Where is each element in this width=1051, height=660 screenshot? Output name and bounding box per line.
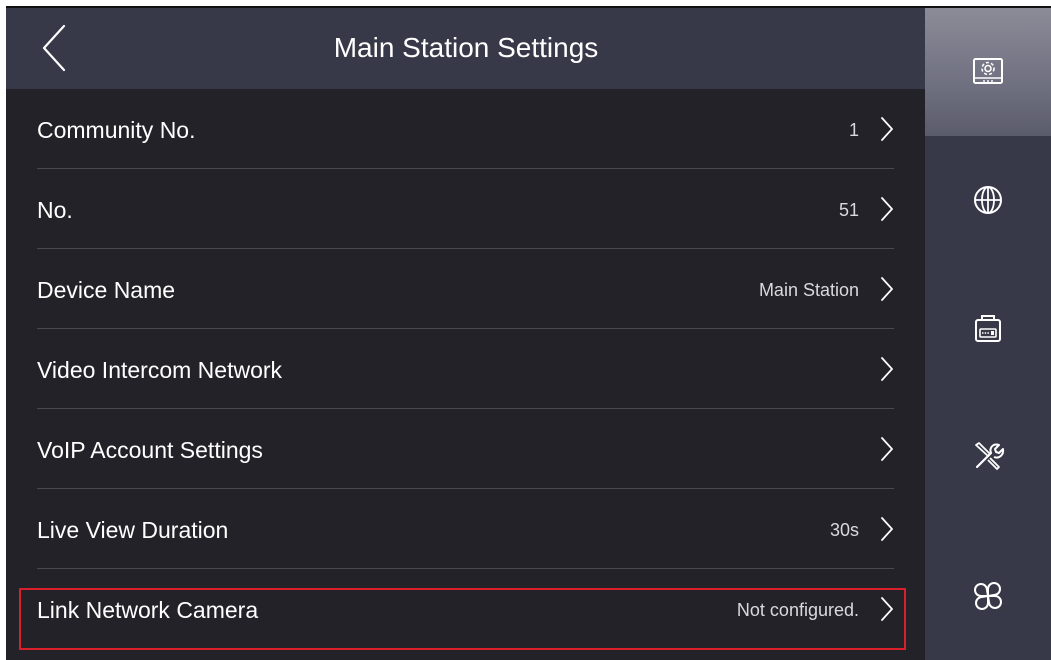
setting-value: Main Station — [758, 280, 859, 300]
sidebar-item-network[interactable] — [925, 136, 1051, 264]
setting-label: Video Intercom Network — [37, 357, 283, 383]
setting-row-live-view-duration[interactable]: Live View Duration 30s — [6, 489, 925, 569]
chevron-right-icon — [881, 197, 893, 221]
setting-label: Link Network Camera — [37, 597, 259, 623]
setting-row-no[interactable]: No. 51 — [6, 169, 925, 249]
setting-value: Not configured. — [736, 600, 859, 620]
setting-row-community-no[interactable]: Community No. 1 — [6, 89, 925, 169]
setting-row-voip-account-settings[interactable]: VoIP Account Settings — [6, 409, 925, 489]
chevron-right-icon — [881, 437, 893, 461]
sidebar-item-maintenance[interactable] — [925, 392, 1051, 520]
setting-row-video-intercom-network[interactable]: Video Intercom Network — [6, 329, 925, 409]
page-title: Main Station Settings — [333, 32, 599, 63]
main-panel: Main Station Settings Community No. 1 No… — [6, 8, 925, 660]
sidebar — [925, 8, 1051, 660]
header-bar: Main Station Settings — [6, 8, 925, 89]
tools-icon — [975, 442, 1005, 470]
intercom-device-icon — [975, 315, 1001, 342]
chevron-right-icon — [881, 597, 893, 621]
sidebar-item-apps[interactable] — [925, 532, 1051, 660]
setting-label: Device Name — [37, 277, 176, 303]
setting-label: Live View Duration — [37, 517, 229, 543]
setting-label: Community No. — [37, 117, 196, 143]
setting-label: No. — [37, 197, 73, 223]
chevron-right-icon — [881, 357, 893, 381]
screen-frame: Main Station Settings Community No. 1 No… — [6, 6, 1051, 660]
settings-list: Community No. 1 No. 51 Device Name Main … — [6, 89, 925, 649]
sidebar-item-intercom-device[interactable] — [925, 264, 1051, 392]
setting-row-device-name[interactable]: Device Name Main Station — [6, 249, 925, 329]
setting-row-link-network-camera[interactable]: Link Network Camera Not configured. — [6, 569, 925, 649]
setting-value: 1 — [848, 120, 859, 140]
setting-label: VoIP Account Settings — [37, 437, 263, 463]
chevron-right-icon — [881, 117, 893, 141]
apps-icon — [974, 582, 1002, 610]
back-button[interactable] — [34, 20, 80, 76]
device-settings-icon — [973, 58, 1003, 84]
setting-value: 30s — [829, 520, 859, 540]
sidebar-item-device-settings[interactable] — [925, 8, 1051, 136]
chevron-right-icon — [881, 517, 893, 541]
globe-icon — [974, 186, 1002, 214]
setting-value: 51 — [838, 200, 859, 220]
chevron-right-icon — [881, 277, 893, 301]
chevron-left-icon — [42, 24, 66, 72]
